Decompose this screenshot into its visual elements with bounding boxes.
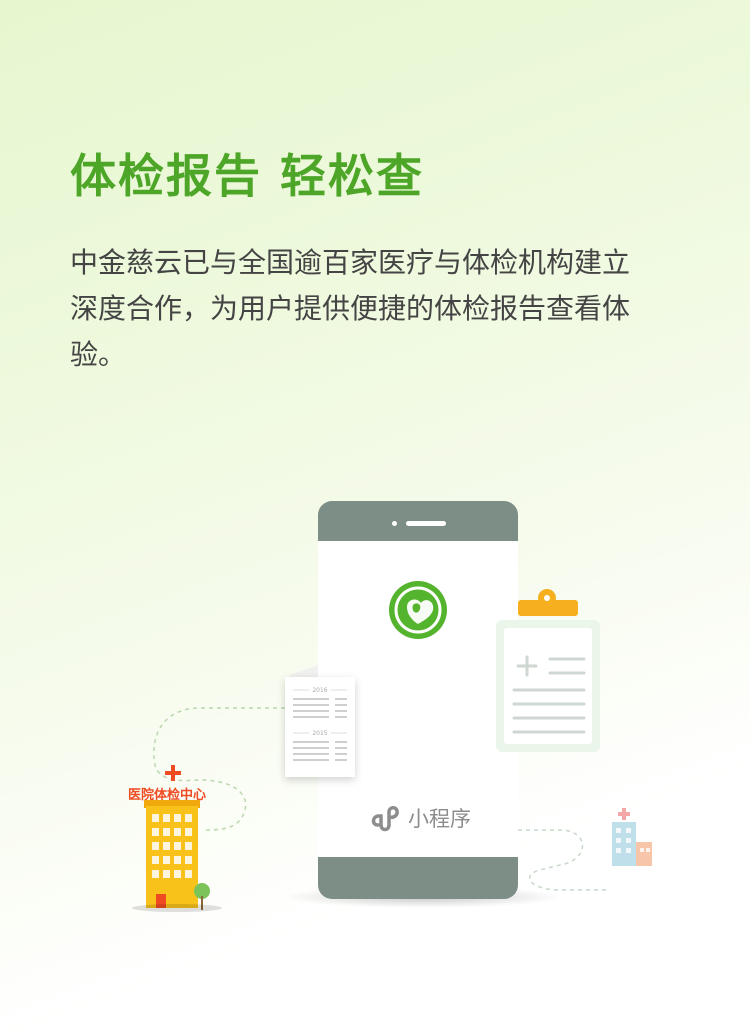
- hospital-building: [146, 806, 198, 908]
- clipboard-ring: [538, 589, 556, 607]
- phone-camera: [392, 521, 397, 526]
- illustration: 小程序 2016 2015 医院体检中心: [0, 480, 750, 940]
- mini-program-badge: 小程序: [368, 803, 471, 833]
- report-document-icon: 2016 2015: [285, 677, 355, 777]
- phone-speaker: [406, 521, 446, 526]
- small-hospital-icon: [612, 808, 652, 866]
- building-shadow: [132, 904, 222, 912]
- page-title: 体检报告 轻松查: [70, 149, 425, 203]
- mini-program-icon: [371, 806, 399, 832]
- app-logo-icon: [389, 581, 447, 639]
- hospital-cross-icon: [165, 765, 181, 781]
- page-description: 中金慈云已与全国逾百家医疗与体检机构建立深度合作，为用户提供便捷的体检报告查看体…: [70, 246, 631, 371]
- mini-program-label: 小程序: [408, 807, 471, 831]
- clipboard-icon: [496, 620, 600, 752]
- report-year-2015: 2015: [312, 730, 328, 737]
